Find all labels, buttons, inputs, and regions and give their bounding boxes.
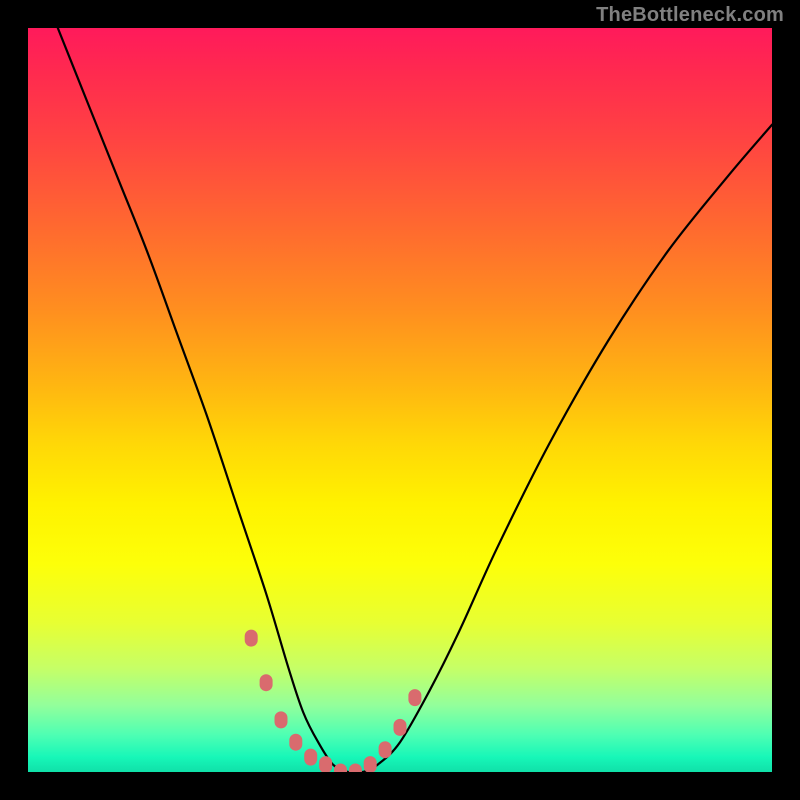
curve-svg xyxy=(28,28,772,772)
highlight-marker xyxy=(335,764,347,772)
watermark-text: TheBottleneck.com xyxy=(596,4,784,27)
highlight-marker xyxy=(275,712,287,728)
highlight-marker xyxy=(379,742,391,758)
highlight-marker xyxy=(305,749,317,765)
highlight-marker xyxy=(349,764,361,772)
highlight-marker xyxy=(290,734,302,750)
highlight-marker xyxy=(320,757,332,772)
bottleneck-curve xyxy=(58,28,772,772)
highlight-marker xyxy=(394,719,406,735)
highlight-marker xyxy=(409,690,421,706)
highlight-marker xyxy=(364,757,376,772)
highlight-marker xyxy=(245,630,257,646)
chart-stage: TheBottleneck.com xyxy=(0,0,800,800)
plot-area xyxy=(28,28,772,772)
highlight-marker xyxy=(260,675,272,691)
